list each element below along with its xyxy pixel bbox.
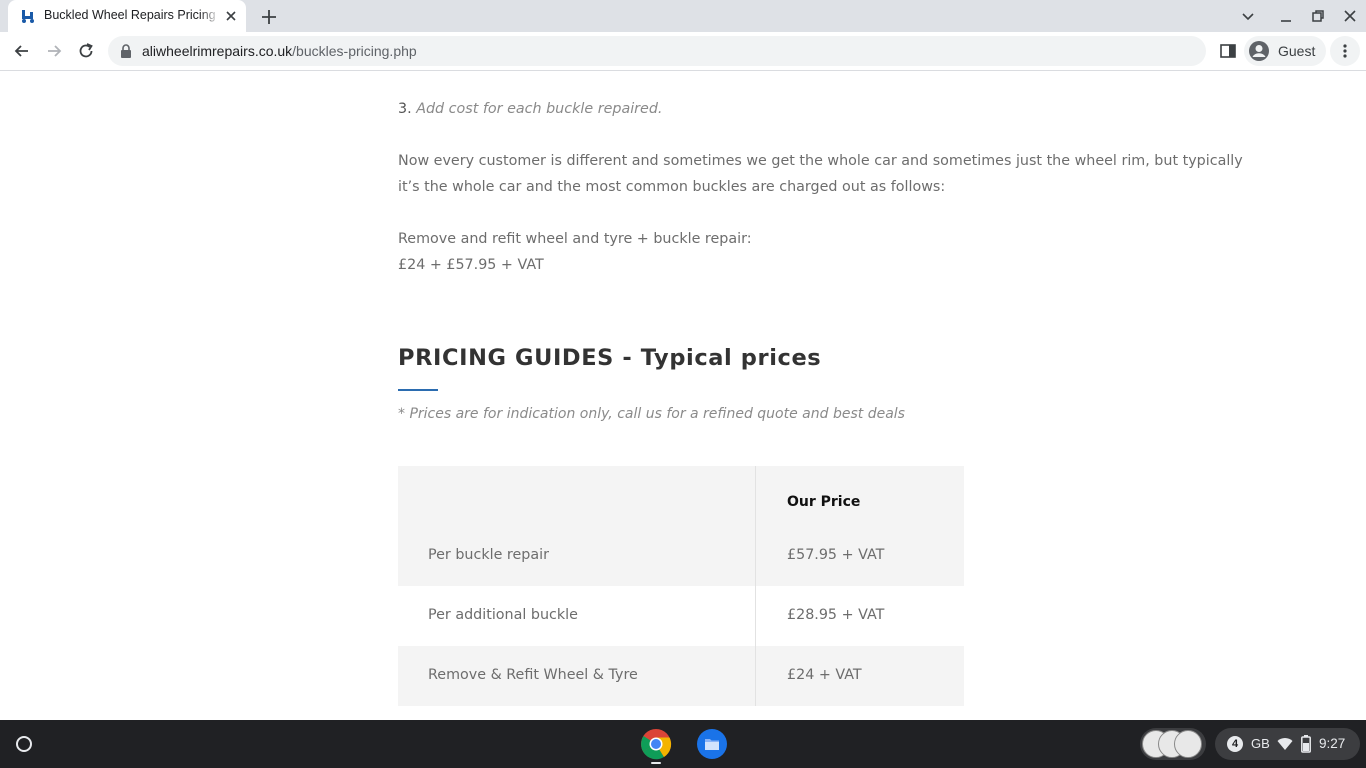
chrome-icon[interactable]: [640, 728, 672, 760]
table-row: Per buckle repair £57.95 + VAT: [398, 526, 964, 586]
files-icon[interactable]: [696, 728, 728, 760]
tab-strip: Buckled Wheel Repairs Pricing | Ali Whee…: [0, 0, 1366, 32]
example-paragraph: Remove and refit wheel and tyre + buckle…: [398, 226, 1258, 278]
heading-underline: [398, 389, 438, 391]
url-host: aliwheelrimrepairs.co.uk: [142, 43, 293, 59]
page-content: 3. Add cost for each buckle repaired. No…: [0, 71, 1366, 720]
table-row: Remove & Refit Wheel & Tyre £24 + VAT: [398, 646, 964, 706]
intro-paragraph: Now every customer is different and some…: [398, 153, 1243, 195]
row-item: Per buckle repair: [428, 547, 549, 563]
browser-menu-button[interactable]: [1330, 36, 1360, 66]
holding-space-tray[interactable]: [1140, 728, 1206, 760]
side-panel-icon[interactable]: [1218, 41, 1238, 61]
holding-thumbnail: [1174, 730, 1202, 758]
clock-time: 9:27: [1319, 736, 1346, 751]
forward-arrow-icon[interactable]: [44, 41, 64, 61]
wifi-icon: [1277, 738, 1293, 750]
status-tray[interactable]: 4 GB 9:27: [1215, 728, 1360, 760]
row-item: Remove & Refit Wheel & Tyre: [428, 667, 638, 683]
table-header-row: Our Price: [398, 466, 964, 526]
example-line-1: Remove and refit wheel and tyre + buckle…: [398, 231, 752, 247]
pricing-heading: PRICING GUIDES - Typical prices: [398, 345, 822, 371]
pricing-table: Our Price Per buckle repair £57.95 + VAT…: [398, 466, 964, 706]
table-cell: Per additional buckle: [398, 586, 756, 646]
table-header-cell: [398, 466, 756, 526]
back-arrow-icon[interactable]: [12, 41, 32, 61]
row-price: £28.95 + VAT: [787, 607, 885, 623]
table-cell: £57.95 + VAT: [757, 526, 964, 586]
step-text: Add cost for each buckle repaired.: [416, 101, 663, 117]
step-number: 3.: [398, 101, 412, 117]
address-bar[interactable]: aliwheelrimrepairs.co.uk/buckles-pricing…: [108, 36, 1206, 66]
close-icon[interactable]: [1342, 8, 1358, 24]
table-header-cell: Our Price: [757, 466, 964, 526]
pricing-note: * Prices are for indication only, call u…: [398, 406, 905, 422]
close-icon[interactable]: [223, 8, 239, 24]
url-path: /buckles-pricing.php: [292, 43, 417, 59]
active-app-indicator: [651, 762, 661, 764]
row-price: £24 + VAT: [787, 667, 862, 683]
launcher-icon[interactable]: [10, 730, 38, 758]
plus-icon[interactable]: [258, 6, 280, 28]
url-text[interactable]: aliwheelrimrepairs.co.uk/buckles-pricing…: [142, 43, 417, 59]
header-our-price: Our Price: [787, 494, 861, 510]
keyboard-layout-label: GB: [1251, 736, 1270, 751]
table-cell: £24 + VAT: [757, 646, 964, 706]
avatar-icon: [1249, 41, 1269, 61]
system-shelf: 4 GB 9:27: [0, 720, 1366, 768]
example-line-2: £24 + £57.95 + VAT: [398, 257, 544, 273]
tab-title: Buckled Wheel Repairs Pricing | Ali Whee…: [44, 8, 220, 22]
row-price: £57.95 + VAT: [787, 547, 885, 563]
lock-icon[interactable]: [120, 44, 132, 58]
profile-label: Guest: [1278, 43, 1316, 59]
restore-icon[interactable]: [1310, 8, 1326, 24]
more-vert-icon: [1343, 44, 1347, 58]
row-item: Per additional buckle: [428, 607, 578, 623]
reload-icon[interactable]: [76, 41, 96, 61]
step-line: 3. Add cost for each buckle repaired.: [398, 96, 1258, 122]
table-cell: Per buckle repair: [398, 526, 756, 586]
wheelchair-icon: [22, 10, 34, 23]
table-cell: £28.95 + VAT: [757, 586, 964, 646]
table-cell: Remove & Refit Wheel & Tyre: [398, 646, 756, 706]
minimize-icon[interactable]: [1278, 8, 1294, 24]
battery-icon: [1301, 735, 1311, 753]
browser-toolbar: aliwheelrimrepairs.co.uk/buckles-pricing…: [0, 32, 1366, 71]
table-row: Per additional buckle £28.95 + VAT: [398, 586, 964, 646]
browser-tab-active[interactable]: Buckled Wheel Repairs Pricing | Ali Whee…: [8, 0, 246, 32]
chevron-down-icon[interactable]: [1240, 8, 1256, 24]
notification-count-badge: 4: [1227, 736, 1243, 752]
profile-button[interactable]: Guest: [1244, 36, 1326, 66]
